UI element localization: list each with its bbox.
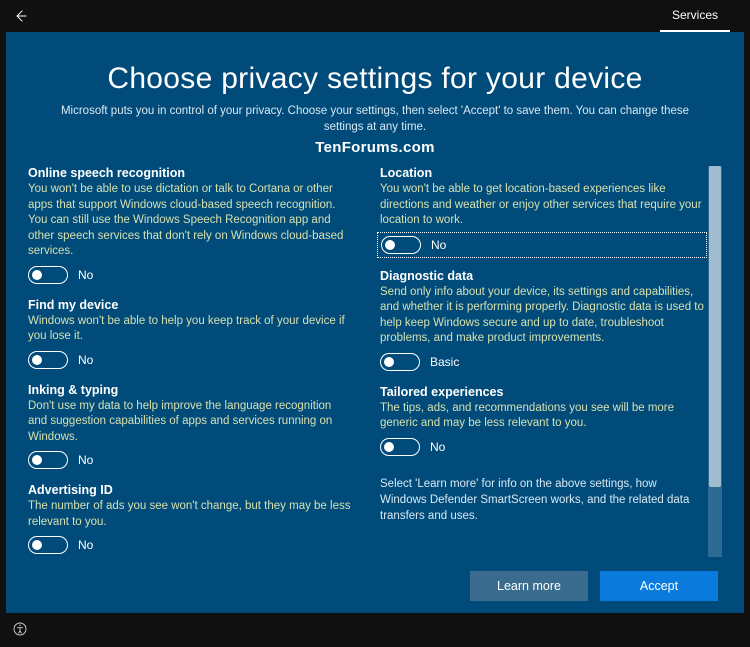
toggle-location[interactable]: [381, 236, 421, 254]
setting-title: Diagnostic data: [380, 269, 704, 283]
arrow-left-icon: [13, 8, 29, 24]
setting-desc: You won't be able to use dictation or ta…: [28, 182, 352, 260]
setting-title: Location: [380, 166, 704, 180]
accessibility-icon: [12, 621, 28, 637]
toggle-label: Basic: [430, 355, 459, 369]
toggle-focused: No: [380, 235, 704, 255]
setting-location: Location You won't be able to get locati…: [380, 166, 704, 255]
setting-advertising: Advertising ID The number of ads you see…: [28, 483, 352, 554]
toggle-label: No: [430, 440, 445, 454]
setting-tailored: Tailored experiences The tips, ads, and …: [380, 385, 704, 456]
toggle-diagnostic[interactable]: [380, 353, 420, 371]
bottombar: [0, 613, 750, 647]
toggle-label: No: [78, 538, 93, 552]
setting-desc: Don't use my data to help improve the la…: [28, 399, 352, 446]
tabs: Services: [660, 0, 730, 32]
scrollbar-thumb[interactable]: [709, 166, 721, 487]
setting-title: Tailored experiences: [380, 385, 704, 399]
tab-services[interactable]: Services: [660, 0, 730, 32]
setting-desc: The number of ads you see won't change, …: [28, 499, 352, 530]
toggle-label: No: [78, 453, 93, 467]
setting-diagnostic: Diagnostic data Send only info about you…: [380, 269, 704, 371]
toggle-label: No: [431, 238, 446, 252]
setting-title: Advertising ID: [28, 483, 352, 497]
setting-find-device: Find my device Windows won't be able to …: [28, 298, 352, 369]
footnote: Select 'Learn more' for info on the abov…: [380, 476, 704, 524]
accept-button[interactable]: Accept: [600, 571, 718, 601]
toggle-inking[interactable]: [28, 451, 68, 469]
setting-inking: Inking & typing Don't use my data to hel…: [28, 383, 352, 470]
settings-scroll: Online speech recognition You won't be a…: [28, 166, 722, 557]
toggle-speech[interactable]: [28, 266, 68, 284]
toggle-find-device[interactable]: [28, 351, 68, 369]
right-column: Location You won't be able to get locati…: [380, 166, 704, 557]
back-button[interactable]: [10, 5, 32, 27]
left-column: Online speech recognition You won't be a…: [28, 166, 352, 557]
page-title: Choose privacy settings for your device: [28, 62, 722, 96]
oobe-window: Services Choose privacy settings for you…: [0, 0, 750, 647]
scrollbar[interactable]: [708, 166, 722, 557]
setting-desc: Send only info about your device, its se…: [380, 285, 704, 347]
setting-speech: Online speech recognition You won't be a…: [28, 166, 352, 284]
setting-title: Online speech recognition: [28, 166, 352, 180]
toggle-label: No: [78, 268, 93, 282]
setting-title: Find my device: [28, 298, 352, 312]
page-subtitle: Microsoft puts you in control of your pr…: [45, 104, 705, 135]
button-row: Learn more Accept: [28, 571, 722, 601]
setting-desc: The tips, ads, and recommendations you s…: [380, 401, 704, 432]
setting-desc: Windows won't be able to help you keep t…: [28, 314, 352, 345]
content: Choose privacy settings for your device …: [6, 32, 744, 613]
toggle-tailored[interactable]: [380, 438, 420, 456]
learn-more-button[interactable]: Learn more: [470, 571, 588, 601]
watermark: TenForums.com: [28, 139, 722, 156]
ease-of-access-button[interactable]: [12, 621, 28, 640]
titlebar: Services: [0, 0, 750, 32]
toggle-label: No: [78, 353, 93, 367]
toggle-advertising[interactable]: [28, 536, 68, 554]
setting-desc: You won't be able to get location-based …: [380, 182, 704, 229]
setting-title: Inking & typing: [28, 383, 352, 397]
